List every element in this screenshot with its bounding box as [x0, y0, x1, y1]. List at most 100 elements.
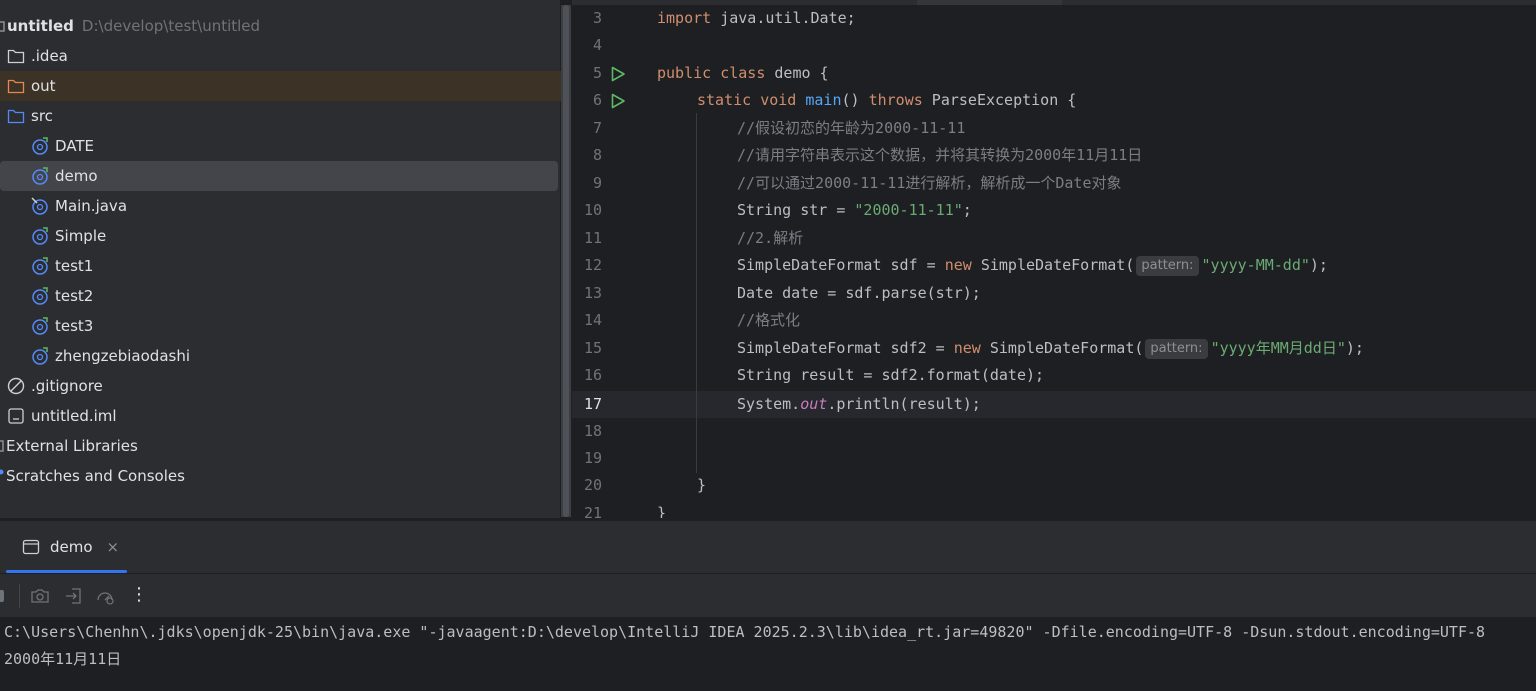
project-scrollbar[interactable] — [561, 5, 571, 517]
tree-item-label: .idea — [31, 47, 68, 65]
tree-item-Main-java[interactable]: Main.java — [31, 191, 127, 221]
root-path: D:\develop\test\untitled — [81, 17, 261, 35]
tree-item-idea[interactable]: .idea — [7, 41, 68, 71]
profiler-icon[interactable] — [95, 586, 115, 606]
java-class-icon — [31, 347, 49, 365]
line-number: 14 — [583, 311, 602, 329]
code-line-5: public class demo { — [657, 64, 829, 82]
root-name: untitled — [7, 17, 74, 35]
run-main-icon[interactable] — [610, 93, 626, 109]
java-class-icon — [31, 227, 49, 245]
tree-item-label: test3 — [55, 317, 94, 335]
run-tab-demo[interactable]: demo × — [6, 521, 127, 573]
tree-item-label: DATE — [55, 137, 95, 155]
code-line-12: SimpleDateFormat sdf = new SimpleDateFor… — [737, 256, 1328, 276]
code-line-6: static void main() throws ParseException… — [697, 91, 1077, 109]
tree-item-label: zhengzebiaodashi — [55, 347, 190, 365]
tree-item-untitled-iml[interactable]: untitled.iml — [7, 401, 117, 431]
line-number: 18 — [583, 422, 602, 440]
console-output[interactable]: C:\Users\Chenhn\.jdks\openjdk-25\bin\jav… — [0, 617, 1536, 691]
scratches-icon — [0, 467, 5, 485]
tree-item-test3[interactable]: test3 — [31, 311, 93, 341]
tree-item-label: Main.java — [55, 197, 128, 215]
java-class-icon — [31, 137, 49, 155]
run-tab-label: demo — [50, 538, 93, 556]
line-number: 13 — [583, 284, 602, 302]
line-number: 7 — [592, 119, 602, 137]
tree-item-label: demo — [55, 167, 98, 185]
tree-item-zhengzebiaodashi[interactable]: zhengzebiaodashi — [31, 341, 190, 371]
console-line-command: C:\Users\Chenhn\.jdks\openjdk-25\bin\jav… — [4, 623, 1486, 641]
close-icon[interactable]: × — [107, 538, 120, 556]
tree-item-DATE[interactable]: DATE — [31, 131, 94, 161]
line-number-current: 17 — [583, 395, 602, 413]
tree-item-label: test1 — [55, 257, 94, 275]
line-number: 21 — [583, 504, 602, 518]
tree-item-label: External Libraries — [6, 437, 138, 455]
caret-row-highlight — [572, 391, 1536, 418]
camera-icon[interactable] — [30, 586, 50, 606]
tree-item-Simple[interactable]: Simple — [31, 221, 106, 251]
toolbar-separator — [19, 584, 20, 608]
java-class-icon — [31, 287, 49, 305]
panel-divider[interactable] — [0, 518, 1536, 521]
module-icon — [0, 17, 6, 35]
code-line-20: } — [697, 476, 707, 494]
line-number: 15 — [583, 339, 602, 357]
stop-icon[interactable] — [0, 586, 8, 606]
code-line-3: import java.util.Date; — [657, 9, 856, 27]
line-number: 20 — [583, 476, 602, 494]
line-number: 10 — [583, 201, 602, 219]
active-editor-tab[interactable] — [917, 0, 1062, 5]
line-number: 12 — [583, 256, 602, 274]
console-icon — [22, 538, 40, 556]
code-line-11: //2.解析 — [737, 229, 804, 247]
java-class-icon — [31, 167, 49, 185]
line-number: 11 — [583, 229, 602, 247]
exit-icon[interactable] — [64, 586, 84, 606]
library-icon — [0, 437, 5, 455]
tree-item-label: out — [31, 77, 56, 95]
code-editor[interactable]: 3 4 5 6 7 8 9 10 11 12 13 14 15 16 17 18… — [572, 0, 1536, 518]
line-number: 19 — [583, 449, 602, 467]
source-folder-icon — [7, 107, 25, 125]
indent-guide — [696, 113, 697, 473]
java-class-icon — [31, 257, 49, 275]
tree-item-src[interactable]: src — [7, 101, 53, 131]
code-line-7: //假设初恋的年龄为2000-11-11 — [737, 119, 966, 137]
line-number: 5 — [592, 64, 602, 82]
scrollbar-thumb[interactable] — [563, 5, 569, 517]
code-line-15: SimpleDateFormat sdf2 = new SimpleDateFo… — [737, 339, 1364, 359]
java-class-icon — [31, 317, 49, 335]
tree-item-out[interactable]: out — [0, 71, 571, 101]
module-file-icon — [7, 407, 25, 425]
parameter-hint: pattern: — [1145, 339, 1208, 359]
tree-item-demo[interactable]: demo — [0, 161, 558, 191]
tree-item-label: Scratches and Consoles — [6, 467, 185, 485]
line-number: 6 — [592, 91, 602, 109]
run-class-icon[interactable] — [610, 66, 626, 82]
tree-item-test2[interactable]: test2 — [31, 281, 93, 311]
code-line-21: } — [657, 504, 667, 518]
tree-item-gitignore[interactable]: .gitignore — [7, 371, 103, 401]
folder-icon — [7, 47, 25, 65]
code-line-14: //格式化 — [737, 311, 801, 329]
tree-root-untitled[interactable]: untitled D:\develop\test\untitled — [0, 11, 260, 41]
ignore-file-icon — [7, 377, 25, 395]
tree-item-external-libraries[interactable]: External Libraries — [0, 431, 138, 461]
code-line-9: //可以通过2000-11-11进行解析，解析成一个Date对象 — [737, 174, 1122, 192]
tree-item-label: .gitignore — [31, 377, 103, 395]
more-options-icon[interactable]: ⋮ — [130, 584, 150, 605]
code-line-16: String result = sdf2.format(date); — [737, 366, 1045, 384]
run-tool-window: demo × ⋮ C:\Users\Chenhn\.jdks\openjdk-2… — [0, 518, 1536, 691]
line-number: 4 — [592, 36, 602, 54]
tree-item-scratches[interactable]: Scratches and Consoles — [0, 461, 185, 491]
line-number: 8 — [592, 146, 602, 164]
java-class-icon — [31, 197, 49, 215]
tree-item-label: test2 — [55, 287, 94, 305]
tree-item-label: untitled.iml — [31, 407, 117, 425]
tree-item-label: src — [31, 107, 53, 125]
code-line-17: System.out.println(result); — [737, 395, 981, 413]
tree-item-test1[interactable]: test1 — [31, 251, 93, 281]
line-number: 3 — [592, 9, 602, 27]
